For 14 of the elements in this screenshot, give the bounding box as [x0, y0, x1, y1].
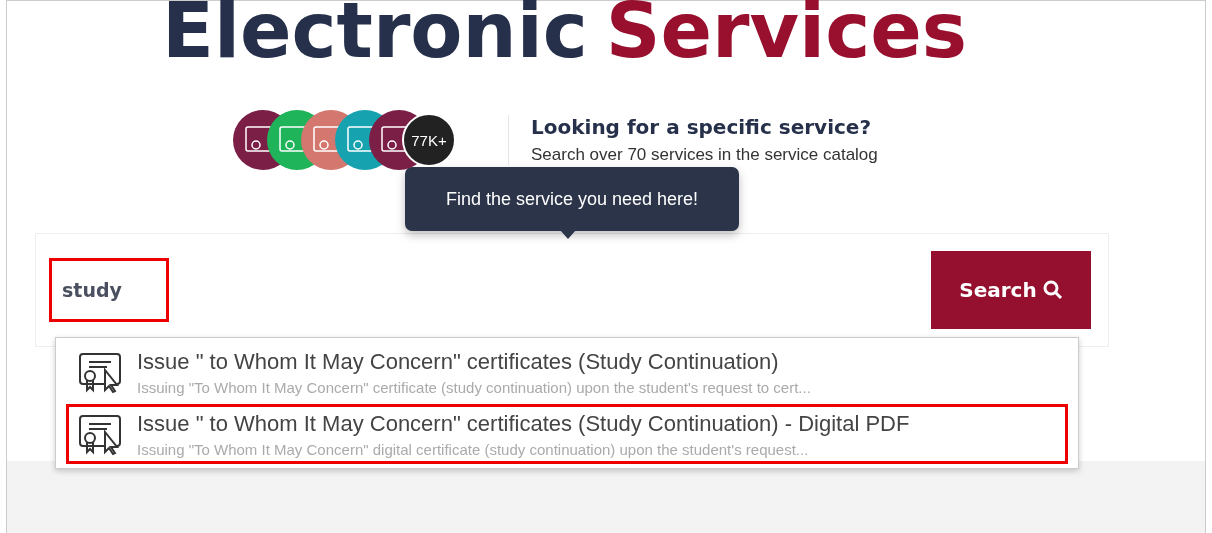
suggestion-description: Issuing "To Whom It May Concern" digital certificate (study continuation) upon the student's request... — [137, 440, 810, 458]
count-badge: 77K+ — [402, 113, 456, 167]
promo-text: Search over 70 services in the service catalog — [531, 145, 878, 165]
search-button[interactable]: Search — [931, 251, 1091, 329]
suggestion-item[interactable]: Issue " to Whom It May Concern" certificates (Study Continuation) Issuing "To Whom It May Concern" certificate (study continuation) upon the student's request to cert... — [66, 342, 1068, 402]
search-icon — [1042, 280, 1063, 300]
suggestion-item[interactable]: Issue " to Whom It May Concern" certificates (Study Continuation) - Digital PDF Issuing "To Whom It May Concern" digital certificate (study continuation) upon the student's request... — [66, 404, 1068, 464]
promo-heading: Looking for a specific service? — [531, 115, 872, 139]
tooltip: Find the service you need here! — [405, 167, 739, 231]
search-input[interactable]: study — [49, 258, 169, 322]
suggestion-title: Issue " to Whom It May Concern" certificates (Study Continuation) - Digital PDF — [137, 410, 910, 437]
suggestion-description: Issuing "To Whom It May Concern" certificate (study continuation) upon the student's request to cert... — [137, 378, 811, 396]
tooltip-arrow-icon — [560, 230, 576, 239]
suggestion-title: Issue " to Whom It May Concern" certificates (Study Continuation) — [137, 348, 780, 375]
